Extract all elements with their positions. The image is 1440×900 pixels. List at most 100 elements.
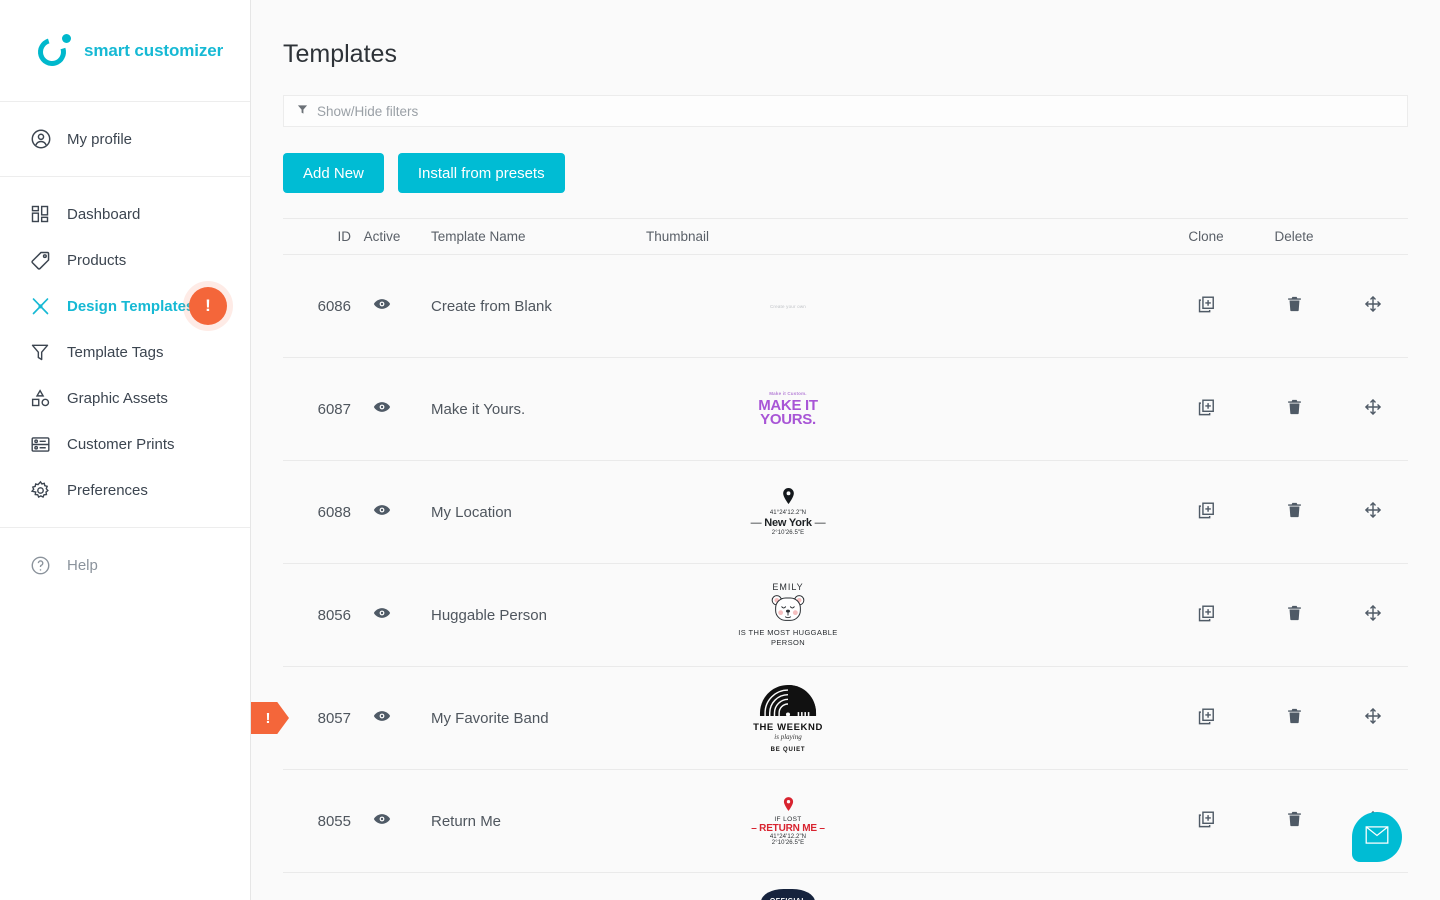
copy-plus-icon[interactable] bbox=[1197, 810, 1216, 829]
row-move-handle[interactable] bbox=[1338, 295, 1408, 317]
thumb-badge-text: OFFICIAL bbox=[761, 888, 815, 900]
copy-plus-icon[interactable] bbox=[1197, 707, 1216, 726]
row-delete-button[interactable] bbox=[1250, 398, 1338, 420]
bear-face-icon bbox=[771, 594, 805, 626]
row-thumbnail[interactable]: Make it Custom. MAKE IT YOURS. bbox=[628, 391, 948, 427]
row-thumbnail[interactable]: EMILY IS THE MOST HUGGABLE PERSON bbox=[628, 582, 948, 648]
move-arrows-icon[interactable] bbox=[1364, 295, 1382, 313]
eye-icon[interactable] bbox=[373, 810, 391, 828]
thumb-make-it-yours: Make it Custom. MAKE IT YOURS. bbox=[736, 391, 840, 427]
row-delete-button[interactable] bbox=[1250, 295, 1338, 317]
sidebar-item-help[interactable]: Help bbox=[0, 542, 250, 588]
sidebar-item-graphic-assets[interactable]: Graphic Assets bbox=[0, 375, 250, 421]
move-arrows-icon[interactable] bbox=[1364, 707, 1382, 725]
row-delete-button[interactable] bbox=[1250, 810, 1338, 832]
sidebar-item-preferences[interactable]: Preferences bbox=[0, 467, 250, 513]
table-row[interactable]: 6087 Make it Yours. Make it Custom. MAKE… bbox=[283, 358, 1408, 461]
row-template-name: Huggable Person bbox=[431, 606, 547, 624]
install-from-presets-button[interactable]: Install from presets bbox=[397, 153, 565, 193]
thumb-line-2: PERSON bbox=[770, 638, 806, 647]
move-arrows-icon[interactable] bbox=[1364, 398, 1382, 416]
sidebar-item-label: Dashboard bbox=[67, 205, 141, 223]
row-active-toggle[interactable] bbox=[351, 501, 413, 523]
trash-icon[interactable] bbox=[1286, 398, 1303, 416]
row-clone-button[interactable] bbox=[1162, 295, 1250, 318]
show-hide-filters-bar[interactable]: Show/Hide filters bbox=[283, 95, 1408, 127]
templates-table: ID Active Template Name Thumbnail Clone … bbox=[251, 218, 1408, 900]
trash-icon[interactable] bbox=[1286, 810, 1303, 828]
user-circle-icon bbox=[30, 128, 56, 150]
row-move-handle[interactable] bbox=[1338, 501, 1408, 523]
brand-header[interactable]: smart customizer bbox=[0, 0, 250, 102]
row-delete-button[interactable] bbox=[1250, 604, 1338, 626]
row-thumbnail[interactable]: Create your own bbox=[628, 304, 948, 309]
row-thumbnail[interactable]: THE WEEKND is playing BE QUIET bbox=[628, 684, 948, 753]
sidebar-item-label: Template Tags bbox=[67, 343, 164, 361]
table-row[interactable]: OFFICIAL bbox=[283, 873, 1408, 900]
table-row[interactable]: 8055 Return Me IF LOST – RETURN ME – 41°… bbox=[283, 770, 1408, 873]
row-thumbnail[interactable]: OFFICIAL bbox=[628, 873, 948, 900]
row-clone-button[interactable] bbox=[1162, 810, 1250, 833]
trash-icon[interactable] bbox=[1286, 295, 1303, 313]
gear-icon bbox=[30, 480, 56, 501]
row-clone-button[interactable] bbox=[1162, 398, 1250, 421]
table-row[interactable]: ! 8057 My Favorite Band THE WEEKND is pl… bbox=[251, 667, 1408, 770]
sidebar-item-my-profile[interactable]: My profile bbox=[0, 116, 250, 162]
thumb-line-1: IS THE MOST HUGGABLE bbox=[738, 628, 838, 637]
sidebar-item-label: Help bbox=[67, 556, 98, 574]
table-row[interactable]: 6088 My Location 41°24'12.2"N — New York… bbox=[283, 461, 1408, 564]
design-templates-alert-badge[interactable]: ! bbox=[189, 287, 227, 325]
row-clone-button[interactable] bbox=[1162, 501, 1250, 524]
row-delete-button[interactable] bbox=[1250, 501, 1338, 523]
thumb-title: EMILY bbox=[772, 582, 804, 592]
thumb-title: THE WEEKND bbox=[753, 721, 823, 733]
nav-group-profile: My profile bbox=[0, 102, 250, 177]
eye-icon[interactable] bbox=[373, 707, 391, 725]
eye-icon[interactable] bbox=[373, 501, 391, 519]
row-active-toggle[interactable] bbox=[351, 604, 413, 626]
row-thumbnail[interactable]: IF LOST – RETURN ME – 41°24'12.2"N 2°10'… bbox=[628, 796, 948, 846]
row-active-toggle[interactable] bbox=[351, 707, 413, 729]
table-row[interactable]: 8056 Huggable Person EMILY IS THE MOST H… bbox=[283, 564, 1408, 667]
copy-plus-icon[interactable] bbox=[1197, 295, 1216, 314]
copy-plus-icon[interactable] bbox=[1197, 604, 1216, 623]
eye-icon[interactable] bbox=[373, 295, 391, 313]
copy-plus-icon[interactable] bbox=[1197, 501, 1216, 520]
copy-plus-icon[interactable] bbox=[1197, 398, 1216, 417]
action-buttons: Add New Install from presets bbox=[283, 153, 1408, 193]
chat-support-button[interactable] bbox=[1352, 812, 1402, 862]
sidebar-item-dashboard[interactable]: Dashboard bbox=[0, 191, 250, 237]
row-clone-button[interactable] bbox=[1162, 604, 1250, 627]
row-alert-flag[interactable]: ! bbox=[251, 702, 289, 734]
table-row[interactable]: 6086 Create from Blank Create your own bbox=[283, 255, 1408, 358]
map-pin-icon bbox=[782, 488, 795, 508]
thumb-huggable-person: EMILY IS THE MOST HUGGABLE PERSON bbox=[736, 582, 840, 648]
row-active-toggle[interactable] bbox=[351, 398, 413, 420]
row-thumbnail[interactable]: 41°24'12.2"N — New York — 2°10'26.5"E bbox=[628, 488, 948, 536]
row-clone-button[interactable] bbox=[1162, 707, 1250, 730]
move-arrows-icon[interactable] bbox=[1364, 501, 1382, 519]
thumb-line-2: YOURS. bbox=[760, 411, 816, 428]
row-move-handle[interactable] bbox=[1338, 707, 1408, 729]
row-delete-button[interactable] bbox=[1250, 707, 1338, 729]
row-active-toggle[interactable] bbox=[351, 810, 413, 832]
eye-icon[interactable] bbox=[373, 398, 391, 416]
add-new-button[interactable]: Add New bbox=[283, 153, 384, 193]
row-move-handle[interactable] bbox=[1338, 604, 1408, 626]
row-id: 8056 bbox=[317, 606, 351, 624]
thumb-dash-right: — bbox=[811, 517, 826, 529]
eye-icon[interactable] bbox=[373, 604, 391, 622]
row-move-handle[interactable] bbox=[1338, 398, 1408, 420]
trash-icon[interactable] bbox=[1286, 501, 1303, 519]
sidebar-item-label: Design Templates bbox=[67, 297, 195, 315]
move-arrows-icon[interactable] bbox=[1364, 604, 1382, 622]
sidebar-item-customer-prints[interactable]: Customer Prints bbox=[0, 421, 250, 467]
trash-icon[interactable] bbox=[1286, 604, 1303, 622]
sidebar-item-template-tags[interactable]: Template Tags bbox=[0, 329, 250, 375]
trash-icon[interactable] bbox=[1286, 707, 1303, 725]
row-active-toggle[interactable] bbox=[351, 295, 413, 317]
sidebar-item-design-templates[interactable]: Design Templates ! bbox=[0, 283, 250, 329]
thumb-longitude: 2°10'26.5"E bbox=[771, 839, 805, 846]
sidebar-item-products[interactable]: Products bbox=[0, 237, 250, 283]
funnel-icon bbox=[30, 342, 56, 362]
